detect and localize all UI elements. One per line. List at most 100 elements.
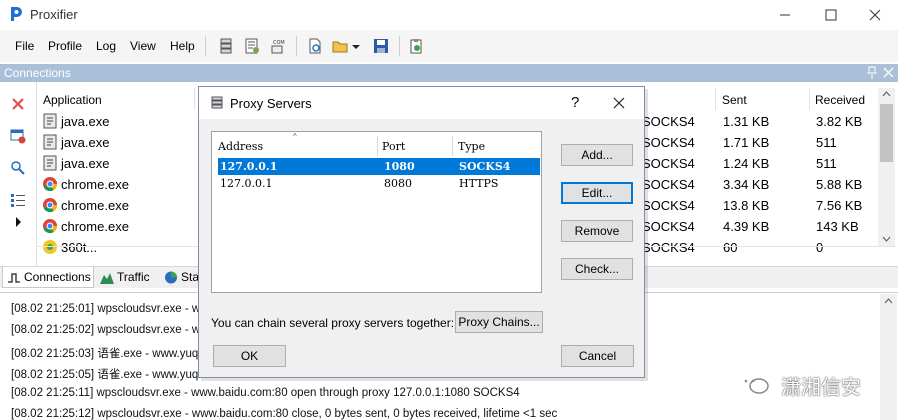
kill-connection-icon[interactable] <box>10 96 26 112</box>
help-button[interactable]: ? <box>571 94 579 111</box>
application-cell: chrome.exe <box>42 216 202 237</box>
scroll-down-icon[interactable] <box>882 236 891 242</box>
cancel-button[interactable]: Cancel <box>561 345 634 367</box>
statistics-icon <box>165 271 177 284</box>
connections-icon <box>8 273 20 283</box>
tab-connections[interactable]: Connections <box>2 267 94 288</box>
protocol-cell: SOCKS4 <box>642 135 695 150</box>
application-cell: java.exe <box>42 132 202 153</box>
sent-cell: 4.39 KB <box>723 219 770 234</box>
dns-com-icon[interactable]: COM <box>270 38 286 54</box>
protocol-cell: SOCKS4 <box>642 114 695 129</box>
server-address: 127.0.0.1 <box>220 160 278 173</box>
remove-button[interactable]: Remove <box>561 220 633 242</box>
maximize-button[interactable] <box>808 0 854 30</box>
column-divider <box>194 88 195 110</box>
check-button[interactable]: Check... <box>561 258 633 280</box>
java-icon <box>43 155 57 171</box>
menu-log[interactable]: Log <box>96 39 116 53</box>
server-icon <box>211 96 223 109</box>
scroll-up-icon[interactable] <box>882 91 891 97</box>
sort-ascending-icon: ^ <box>293 132 297 141</box>
server-row[interactable]: 127.0.0.1 1080 SOCKS4 <box>218 158 540 175</box>
traffic-icon <box>100 273 114 284</box>
title-bar: Proxifier <box>0 0 898 30</box>
chrome-icon <box>43 198 58 213</box>
toolbar-separator <box>296 36 297 56</box>
log-line: [08.02 21:25:12] wpscloudsvr.exe - www.b… <box>11 408 558 420</box>
server-row[interactable]: 127.0.0.1 8080 HTTPS <box>218 175 540 192</box>
tab-label: Connections <box>24 270 91 284</box>
sent-cell: 1.71 KB <box>723 135 770 150</box>
server-port: 1080 <box>384 160 415 173</box>
ok-button[interactable]: OK <box>213 345 286 367</box>
proxy-chains-button[interactable]: Proxy Chains... <box>455 311 543 333</box>
toolbar-separator <box>205 36 206 56</box>
sent-cell: 1.31 KB <box>723 114 770 129</box>
column-header-address[interactable]: Address <box>218 140 263 153</box>
received-cell: 0 <box>816 240 824 255</box>
360-icon <box>43 240 57 254</box>
rules-icon[interactable] <box>244 38 260 54</box>
column-header-type[interactable]: Type <box>458 140 485 153</box>
proxy-servers-dialog: Proxy Servers ? Address ^ Port Type 127.… <box>198 86 645 378</box>
watermark: 潇湘信安 <box>737 370 887 399</box>
close-icon <box>869 9 881 21</box>
wechat-logo-icon <box>738 373 769 394</box>
log-scrollbar[interactable] <box>880 294 897 420</box>
application-name: 360t... <box>61 240 98 255</box>
sent-cell: 60 <box>723 240 738 255</box>
pin-icon[interactable] <box>866 66 878 80</box>
log-line: [08.02 21:25:01] wpscloudsvr.exe - www <box>11 303 217 315</box>
toolbar-separator <box>399 36 400 56</box>
find-user-icon[interactable] <box>10 160 26 176</box>
scroll-up-icon[interactable] <box>884 298 893 304</box>
connections-panel-header: Connections <box>0 64 898 82</box>
server-stack-icon[interactable] <box>218 38 234 54</box>
save-icon[interactable] <box>373 38 389 54</box>
column-divider <box>377 136 378 156</box>
add-button[interactable]: Add... <box>561 144 633 166</box>
column-header-port[interactable]: Port <box>382 140 405 153</box>
server-address: 127.0.0.1 <box>220 177 273 190</box>
scrollbar-thumb[interactable] <box>880 104 893 162</box>
proxifier-logo-icon <box>11 7 22 21</box>
proxy-server-list: Address ^ Port Type 127.0.0.1 1080 SOCKS4 1… <box>211 131 542 293</box>
application-cell: 360t... <box>42 237 202 258</box>
received-cell: 143 KB <box>816 219 859 234</box>
close-window-button[interactable] <box>852 0 898 30</box>
open-folder-icon[interactable] <box>332 38 348 54</box>
minimize-button[interactable] <box>762 0 808 30</box>
dialog-title-bar: Proxy Servers ? <box>199 87 644 119</box>
svg-text:COM: COM <box>273 40 285 46</box>
menu-view[interactable]: View <box>130 39 156 53</box>
application-name: java.exe <box>61 135 110 150</box>
maximize-icon <box>825 9 837 21</box>
dialog-title: Proxy Servers <box>230 96 312 111</box>
protocol-cell: SOCKS4 <box>642 198 695 213</box>
sent-cell: 1.24 KB <box>723 156 770 171</box>
clipboard-icon[interactable] <box>408 38 424 54</box>
log-line: [08.02 21:25:02] wpscloudsvr.exe - www <box>11 324 217 336</box>
chrome-icon <box>43 177 58 192</box>
edit-button[interactable]: Edit... <box>561 182 633 204</box>
expand-arrow-icon[interactable] <box>10 214 26 230</box>
chain-description: You can chain several proxy servers toge… <box>211 316 455 330</box>
menu-profile[interactable]: Profile <box>48 39 82 53</box>
tab-traffic[interactable]: Traffic <box>96 267 158 288</box>
application-cell: chrome.exe <box>42 174 202 195</box>
new-profile-icon[interactable] <box>307 38 323 54</box>
sent-cell: 3.34 KB <box>723 177 770 192</box>
menu-file[interactable]: File <box>15 39 34 53</box>
received-cell: 511 <box>816 135 837 150</box>
application-name: chrome.exe <box>61 198 129 213</box>
window-no-icon[interactable] <box>10 128 26 144</box>
received-cell: 5.88 KB <box>816 177 863 192</box>
chevron-down-icon[interactable] <box>351 38 361 54</box>
menu-help[interactable]: Help <box>170 39 195 53</box>
close-dialog-icon[interactable] <box>613 97 625 109</box>
list-details-icon[interactable] <box>10 192 26 208</box>
received-cell: 3.82 KB <box>816 114 863 129</box>
close-panel-icon[interactable] <box>883 67 894 78</box>
application-cell: java.exe <box>42 111 202 132</box>
